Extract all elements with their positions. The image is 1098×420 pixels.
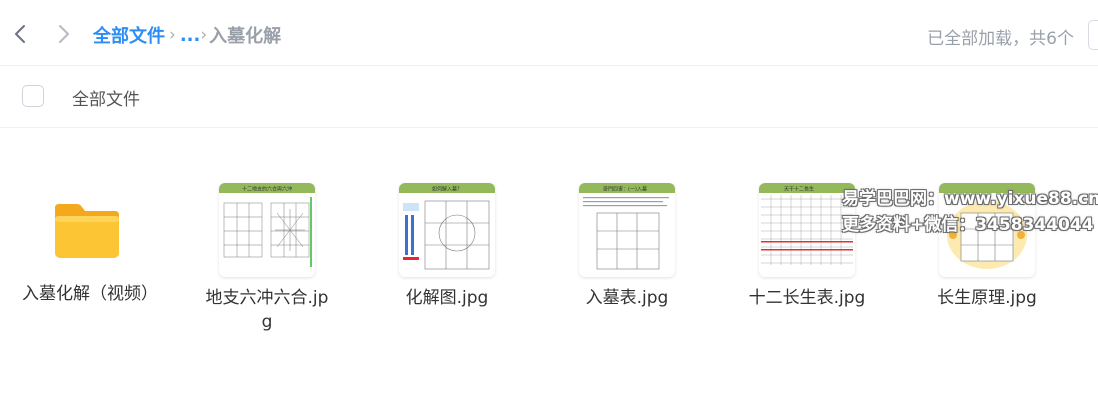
- watermark-line-1: 易学巴巴网：www.yixue88.cn: [842, 189, 1098, 209]
- view-toggle-button[interactable]: [1088, 20, 1098, 50]
- breadcrumb-separator-icon: ›: [200, 25, 208, 45]
- load-status-text: 已全部加载，共6个: [927, 29, 1074, 49]
- file-name: 地支六冲六合.jpg: [205, 288, 329, 332]
- top-navigation-bar: 全部文件 › ... › 入墓化解 已全部加载，共6个: [0, 0, 1098, 66]
- file-name: 十二长生表.jpg: [748, 288, 866, 308]
- thumbnail-title: 如何解入墓？: [432, 186, 462, 193]
- breadcrumb-current: 入墓化解: [209, 26, 282, 47]
- select-all-checkbox[interactable]: [22, 85, 44, 107]
- file-name: 入墓表.jpg: [585, 288, 669, 308]
- breadcrumb-ellipsis[interactable]: ...: [180, 25, 201, 46]
- file-name: 入墓化解（视频）: [22, 284, 158, 304]
- image-thumbnail: 奇門四害：(一)入墓: [579, 183, 675, 277]
- thumbnail-title: 奇門四害：(一)入墓: [603, 186, 647, 193]
- forward-button[interactable]: [52, 22, 76, 46]
- watermark-line-2: 更多资料+微信：3458344044: [842, 215, 1094, 235]
- chevron-right-icon: [59, 25, 69, 43]
- file-name: 长生原理.jpg: [937, 288, 1037, 308]
- file-name: 化解图.jpg: [405, 288, 489, 308]
- folder-icon: [55, 204, 119, 258]
- thumbnail-title: 天干十二長生: [784, 186, 814, 193]
- chevron-left-icon: [15, 25, 25, 43]
- file-item-folder[interactable]: 入墓化解（视频）: [12, 180, 162, 306]
- image-thumbnail: 如何解入墓？: [399, 183, 495, 277]
- back-button[interactable]: [8, 22, 32, 46]
- select-all-bar: 全部文件: [0, 66, 1098, 128]
- select-all-label: 全部文件: [72, 90, 140, 110]
- image-thumbnail: 十二地支的六合與六沖: [219, 183, 315, 277]
- breadcrumb-root[interactable]: 全部文件: [93, 22, 165, 48]
- file-item-image[interactable]: 奇門四害：(一)入墓 入墓表.jpg: [552, 180, 702, 310]
- thumbnail-title: 十二地支的六合與六沖: [242, 186, 292, 193]
- breadcrumb-separator-icon: ›: [169, 25, 176, 45]
- watermark: 易学巴巴网：www.yixue88.cn 更多资料+微信：3458344044: [842, 186, 1098, 238]
- image-thumbnail: 天干十二長生: [759, 183, 855, 277]
- file-item-image[interactable]: 如何解入墓？ 化解图.jpg: [372, 180, 522, 310]
- folder-thumbnail: [12, 180, 162, 280]
- file-item-image[interactable]: 十二地支的六合與六沖 地支六冲六合.jpg: [192, 180, 342, 334]
- breadcrumb: 全部文件 › ... › 入墓化解: [93, 22, 281, 48]
